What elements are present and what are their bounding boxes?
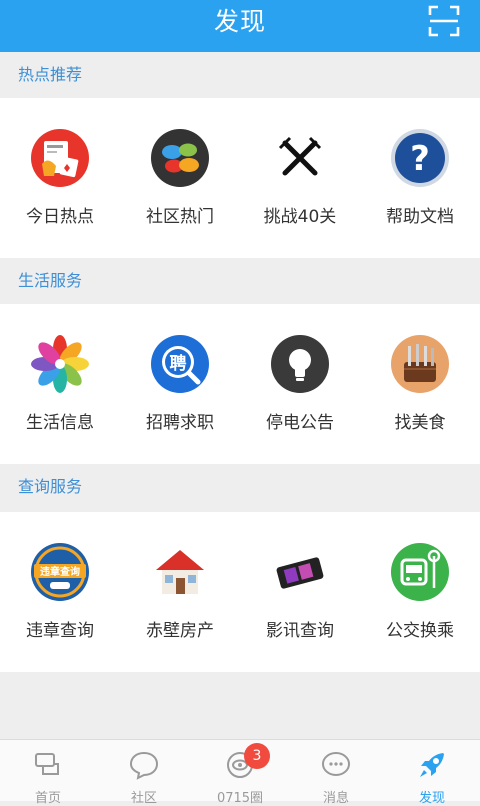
item-label: 招聘求职	[146, 413, 214, 433]
item-label: 停电公告	[266, 413, 334, 433]
section-title-hot: 热点推荐	[0, 52, 480, 98]
app-header: 发现	[0, 0, 480, 52]
crossed-swords-icon	[271, 129, 329, 187]
tab-label: 首页	[34, 791, 61, 806]
bus-icon	[391, 543, 449, 601]
section-title-life: 生活服务	[0, 258, 480, 304]
grid-hot: 今日热点 社区热门 挑战40关 ? 帮助文档	[0, 98, 480, 258]
chef-tools-icon	[391, 335, 449, 393]
message-dots-icon	[322, 752, 350, 776]
item-label: 找美食	[394, 413, 446, 433]
item-find-food[interactable]: 找美食	[360, 304, 480, 464]
rocket-icon	[420, 753, 444, 777]
grid-life: 生活信息 聘 招聘求职 停电公告 找美食	[0, 304, 480, 464]
svg-text:?: ?	[410, 139, 430, 179]
tab-discover[interactable]: 发现	[384, 740, 480, 806]
item-label: 赤壁房产	[146, 621, 214, 641]
chat-bubbles-icon	[151, 129, 209, 187]
item-label: 今日热点	[26, 207, 94, 227]
item-label: 违章查询	[26, 621, 94, 641]
traffic-violation-icon: 违章查询	[31, 543, 89, 601]
item-label: 帮助文档	[386, 207, 454, 227]
item-community-hot[interactable]: 社区热门	[120, 98, 240, 258]
home-chat-icon	[35, 753, 59, 775]
help-question-icon: ?	[391, 129, 449, 187]
tab-label: 社区	[130, 791, 157, 806]
item-label: 挑战40关	[263, 207, 337, 227]
scan-icon	[428, 5, 460, 37]
svg-text:违章查询: 违章查询	[40, 565, 80, 578]
tab-home[interactable]: 首页	[0, 740, 96, 806]
notification-badge: 3	[244, 743, 270, 769]
pinwheel-icon	[31, 335, 89, 393]
item-violation-query[interactable]: 违章查询 违章查询	[0, 512, 120, 672]
page-title: 发现	[213, 7, 266, 36]
scan-button[interactable]	[428, 5, 460, 37]
item-label: 影讯查询	[266, 621, 334, 641]
tab-0715-circle[interactable]: 3 0715圈	[192, 740, 288, 806]
section-title-query: 查询服务	[0, 464, 480, 510]
item-movie-query[interactable]: 影讯查询	[240, 512, 360, 672]
tab-label: 消息	[322, 791, 349, 806]
item-power-outage[interactable]: 停电公告	[240, 304, 360, 464]
item-help-docs[interactable]: ? 帮助文档	[360, 98, 480, 258]
tab-community[interactable]: 社区	[96, 740, 192, 806]
bottom-tab-bar: 首页 社区 3 0715圈 消息 发现	[0, 739, 480, 806]
tab-label: 发现	[418, 791, 445, 806]
light-bulb-icon	[271, 335, 329, 393]
item-label: 生活信息	[26, 413, 94, 433]
item-life-info[interactable]: 生活信息	[0, 304, 120, 464]
grid-query: 违章查询 违章查询 赤壁房产 影讯查询 公交换乘	[0, 512, 480, 672]
recruit-search-icon: 聘	[151, 335, 209, 393]
svg-text:聘: 聘	[170, 353, 187, 374]
speech-bubble-icon	[129, 751, 159, 780]
item-label: 社区热门	[146, 207, 214, 227]
item-challenge-40[interactable]: 挑战40关	[240, 98, 360, 258]
item-recruit[interactable]: 聘 招聘求职	[120, 304, 240, 464]
tab-label: 0715圈	[216, 791, 264, 806]
film-reel-icon	[271, 543, 329, 601]
item-label: 公交换乘	[386, 621, 454, 641]
item-chibi-realestate[interactable]: 赤壁房产	[120, 512, 240, 672]
item-today-hot[interactable]: 今日热点	[0, 98, 120, 258]
news-icon	[31, 129, 89, 187]
item-bus-transfer[interactable]: 公交换乘	[360, 512, 480, 672]
house-icon	[156, 550, 204, 594]
tab-messages[interactable]: 消息	[288, 740, 384, 806]
